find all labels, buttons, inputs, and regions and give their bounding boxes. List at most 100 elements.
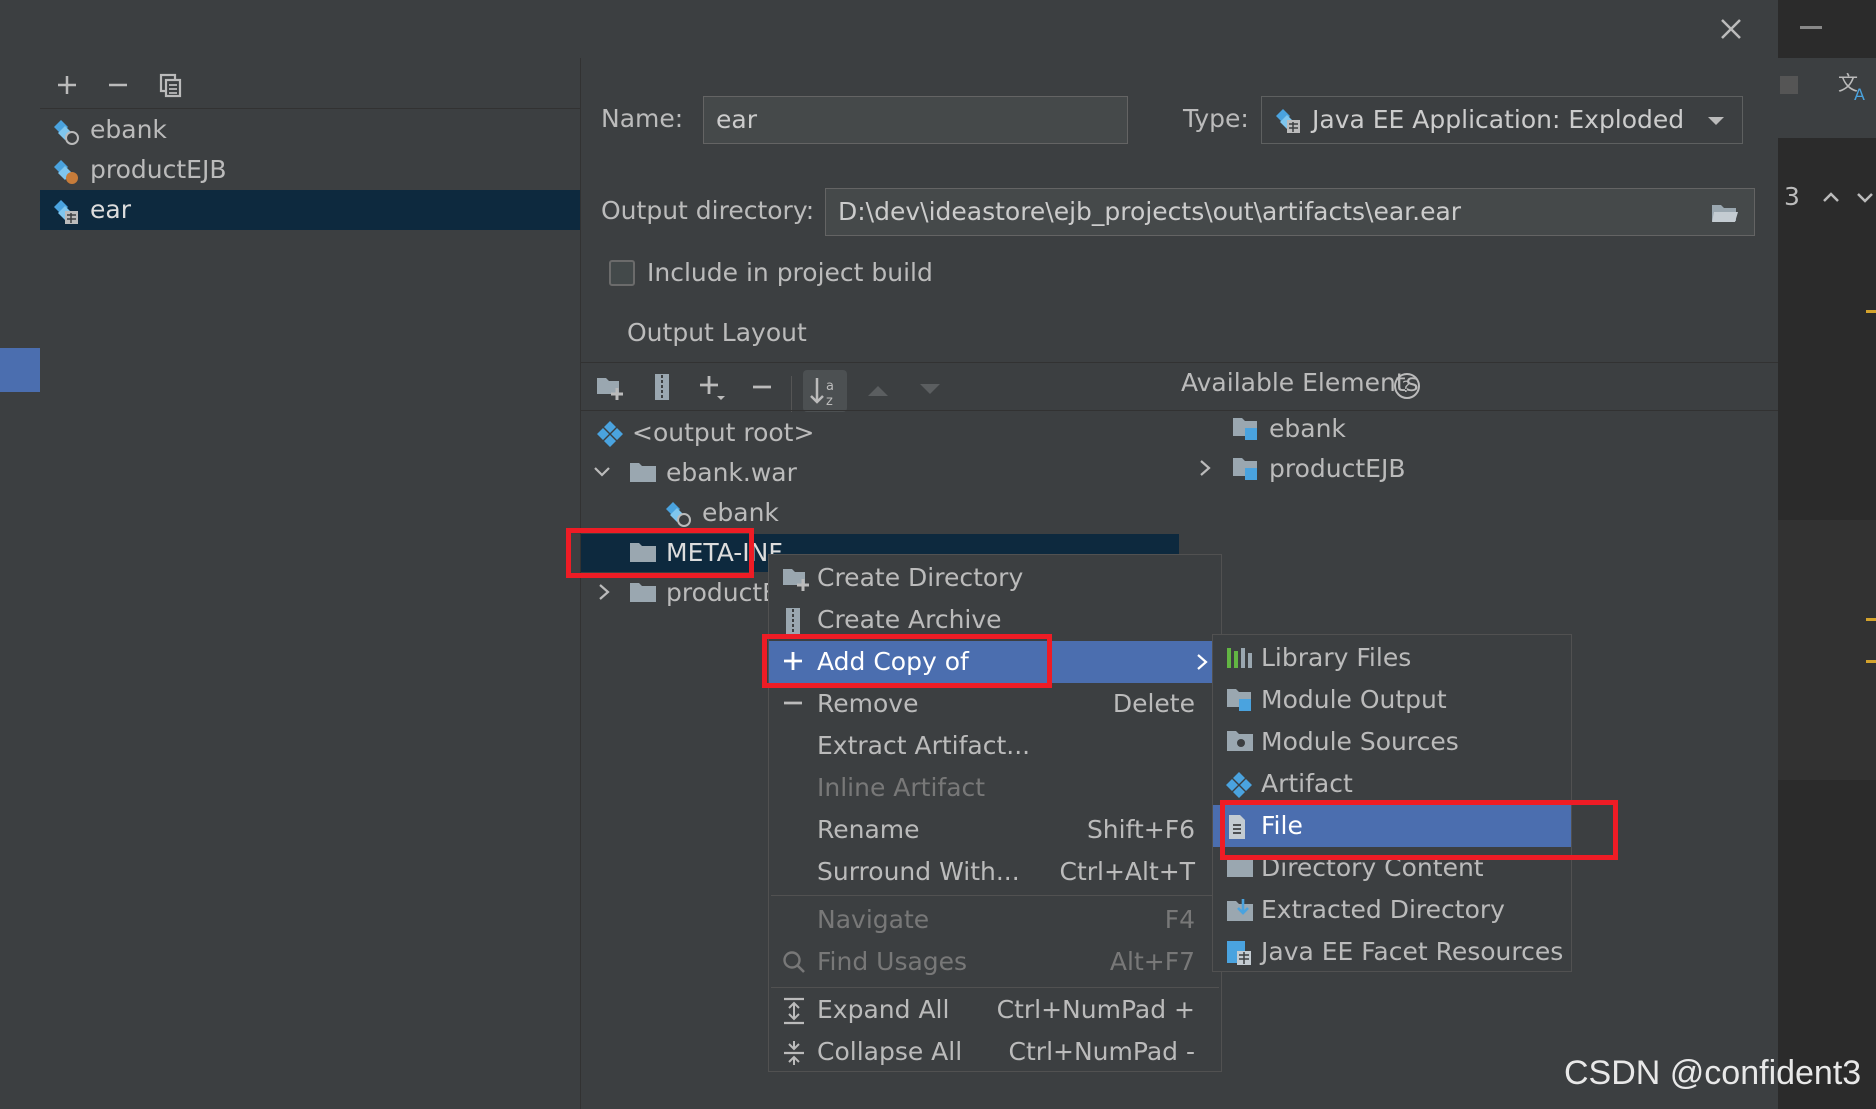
search-counter: 3	[1784, 182, 1800, 211]
chevron-down-icon	[1706, 113, 1726, 132]
name-input[interactable]: ear	[703, 96, 1128, 144]
context-menu: Create Directory Create Archive Add Copy…	[768, 554, 1222, 1072]
artifact-label: ebank	[90, 115, 167, 144]
search-icon	[781, 949, 807, 979]
ear-artifact-icon	[52, 198, 80, 230]
highlight-meta-inf	[566, 528, 754, 578]
type-label: Type:	[1183, 104, 1249, 133]
menu-separator	[771, 987, 1219, 988]
next-occurrence-icon[interactable]	[1854, 186, 1876, 212]
artifact-item-ear[interactable]: ear	[40, 190, 580, 230]
menu-item-create-directory[interactable]: Create Directory	[769, 557, 1221, 599]
marker	[1866, 618, 1876, 621]
tree-item-ebank-war[interactable]: ebank.war	[592, 454, 1172, 492]
available-item-productejb[interactable]: productEJB	[1193, 448, 1633, 488]
create-archive-button[interactable]	[645, 370, 679, 404]
module-folder-icon	[1225, 687, 1255, 717]
chevron-right-icon[interactable]	[1197, 458, 1213, 482]
include-in-build-checkbox[interactable]	[609, 260, 635, 286]
move-up-icon	[865, 380, 891, 404]
minus-icon	[781, 691, 805, 719]
help-icon[interactable]: ?	[1393, 372, 1421, 404]
create-directory-icon	[781, 565, 811, 595]
remove-element-button[interactable]	[745, 370, 779, 404]
include-in-build-label: Include in project build	[647, 258, 933, 287]
available-elements-title: Available Elements	[1181, 368, 1419, 397]
submenu-item-module-output[interactable]: Module Output	[1213, 679, 1571, 721]
project-structure-nav	[0, 58, 41, 1109]
menu-item-expand-all[interactable]: Expand All Ctrl+NumPad +	[769, 989, 1221, 1031]
artifact-item-ebank[interactable]: ebank	[40, 110, 580, 150]
output-directory-input[interactable]: D:\dev\ideastore\ejb_projects\out\artifa…	[825, 188, 1755, 236]
svg-text:A: A	[1854, 85, 1865, 102]
minimize-icon[interactable]	[1800, 26, 1822, 29]
submenu-item-extracted-directory[interactable]: Extracted Directory	[1213, 889, 1571, 931]
watermark: CSDN @confident3	[1564, 1054, 1862, 1092]
menu-item-collapse-all[interactable]: Collapse All Ctrl+NumPad -	[769, 1031, 1221, 1073]
svg-text:a: a	[826, 379, 834, 394]
submenu-item-library-files[interactable]: Library Files	[1213, 637, 1571, 679]
ide-background-strip: 文A 3	[1778, 0, 1876, 1109]
add-copy-button[interactable]	[695, 370, 729, 404]
tree-item-ebank[interactable]: ebank	[664, 494, 1164, 532]
extracted-directory-icon	[1225, 897, 1255, 929]
artifact-label: ear	[90, 195, 131, 224]
artifact-item-productejb[interactable]: productEJB	[40, 150, 580, 190]
type-select[interactable]: Java EE Application: Exploded	[1261, 96, 1743, 144]
marker	[1866, 310, 1876, 313]
submenu-item-module-sources[interactable]: Module Sources	[1213, 721, 1571, 763]
ear-artifact-icon	[1274, 107, 1302, 139]
menu-item-rename[interactable]: Rename Shift+F6	[769, 809, 1221, 851]
artifact-root-icon	[596, 420, 624, 452]
output-directory-label: Output directory:	[601, 196, 815, 225]
collapse-all-icon	[781, 1039, 807, 1071]
module-folder-icon	[1231, 454, 1261, 486]
submenu-arrow-icon	[1195, 653, 1209, 675]
ejb-artifact-icon	[52, 158, 80, 190]
divider	[40, 108, 580, 109]
artifact-label: productEJB	[90, 155, 227, 184]
source-folder-icon	[1225, 729, 1255, 759]
stop-icon[interactable]	[1780, 76, 1798, 94]
tab-output-layout[interactable]: Output Layout	[627, 318, 807, 348]
expand-all-icon	[781, 997, 807, 1029]
facet-resources-icon	[1225, 939, 1255, 971]
folder-icon	[628, 580, 658, 610]
copy-artifact-button[interactable]	[154, 68, 188, 102]
prev-occurrence-icon[interactable]	[1820, 186, 1842, 212]
remove-artifact-button[interactable]	[101, 68, 135, 102]
artifacts-list-panel: ebank productEJB ear	[40, 58, 581, 1109]
name-label: Name:	[601, 104, 684, 133]
tree-item-product[interactable]: productEJB	[592, 574, 772, 612]
nav-selected-item[interactable]	[0, 348, 40, 392]
create-directory-button[interactable]	[593, 370, 627, 404]
web-artifact-icon	[52, 118, 80, 150]
highlight-file	[1220, 800, 1618, 860]
menu-item-extract-artifact[interactable]: Extract Artifact...	[769, 725, 1221, 767]
menu-item-surround-with[interactable]: Surround With... Ctrl+Alt+T	[769, 851, 1221, 893]
chevron-right-icon[interactable]	[596, 582, 612, 606]
tree-item-output-root[interactable]: <output root>	[596, 414, 1176, 452]
dialog-title-bar	[0, 0, 1778, 59]
artifact-icon	[1225, 771, 1253, 803]
folder-browse-icon[interactable]	[1710, 201, 1740, 229]
module-folder-icon	[1231, 414, 1261, 446]
marker	[1866, 660, 1876, 663]
menu-item-remove[interactable]: Remove Delete	[769, 683, 1221, 725]
available-item-ebank[interactable]: ebank	[1231, 408, 1631, 448]
translate-icon[interactable]: 文A	[1836, 68, 1870, 104]
chevron-down-icon[interactable]	[592, 464, 612, 484]
submenu-item-java-ee-facet-resources[interactable]: Java EE Facet Resources	[1213, 931, 1571, 973]
toolbar-separator	[791, 376, 792, 412]
sort-elements-toggle[interactable]: az	[803, 370, 847, 412]
add-artifact-button[interactable]	[50, 68, 84, 102]
menu-item-find-usages: Find Usages Alt+F7	[769, 941, 1221, 983]
folder-icon	[628, 460, 658, 490]
submenu-item-artifact[interactable]: Artifact	[1213, 763, 1571, 805]
highlight-add-copy-of	[762, 634, 1052, 688]
editor-region	[1778, 520, 1876, 780]
close-icon[interactable]	[1716, 14, 1746, 44]
divider	[581, 362, 1778, 363]
move-down-icon	[917, 380, 943, 404]
library-icon	[1225, 645, 1255, 675]
